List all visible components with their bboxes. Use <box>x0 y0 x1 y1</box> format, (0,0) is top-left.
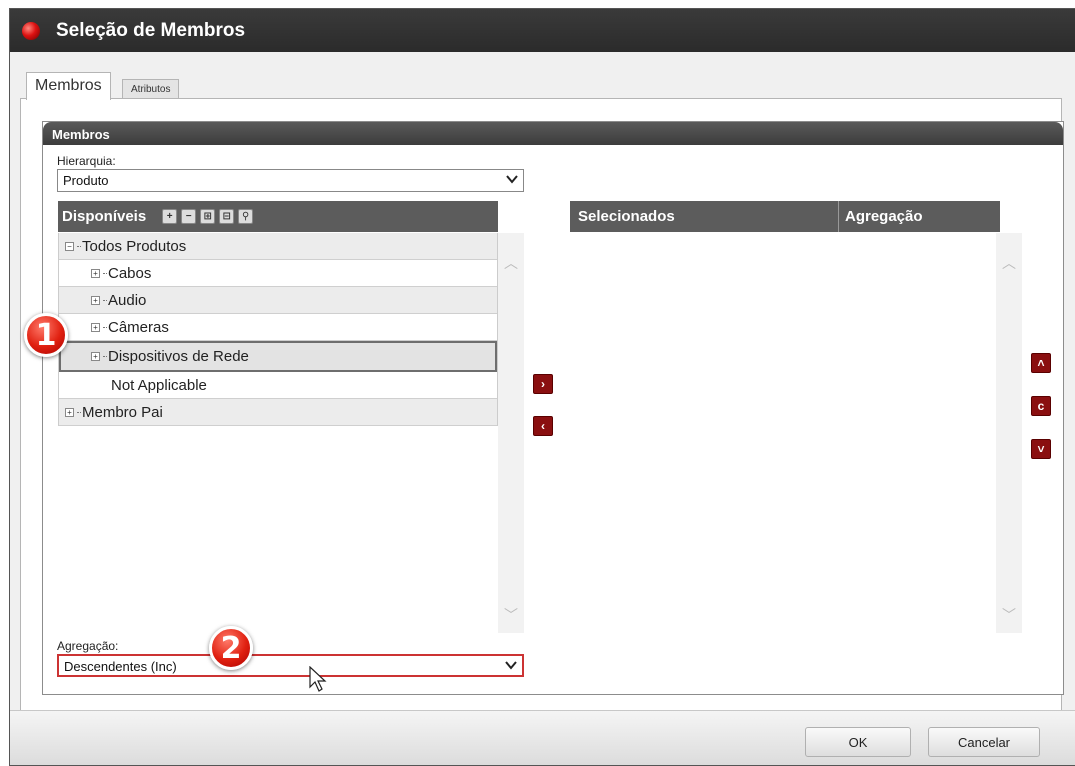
mouse-cursor-icon <box>309 666 327 692</box>
tree-item-label: Membro Pai <box>82 403 163 421</box>
aggregation-column-header[interactable]: Agregação <box>839 208 923 225</box>
dialog-footer: OK Cancelar <box>10 710 1075 765</box>
callout-badge-2: 2 <box>209 626 253 670</box>
tree-item-label: Todos Produtos <box>82 237 187 255</box>
expand-node-icon[interactable]: + <box>91 352 100 361</box>
collapse-icon[interactable]: − <box>181 209 197 224</box>
tree-item-label: Audio <box>108 291 147 309</box>
dialog-title: Seleção de Membros <box>56 19 246 41</box>
aggregation-label: Agregação: <box>57 639 119 653</box>
members-panel: Membros Hierarquia: Produto Disponíveis … <box>42 121 1064 695</box>
available-scrollbar[interactable]: ︿ ﹀ <box>498 233 524 633</box>
tree-item-todos-produtos[interactable]: − Todos Produtos <box>59 233 497 260</box>
expand-node-icon[interactable]: + <box>91 295 100 305</box>
scroll-up-icon[interactable]: ︿ <box>996 253 1022 273</box>
chevron-down-icon <box>505 661 517 670</box>
scroll-down-icon[interactable]: ﹀ <box>498 605 524 625</box>
chevron-down-icon <box>506 175 518 184</box>
cancel-button[interactable]: Cancelar <box>928 727 1040 757</box>
member-selection-dialog: Seleção de Membros Membros Atributos Mem… <box>9 8 1075 766</box>
available-tree: − Todos Produtos + Cabos + Audio + Câmer… <box>58 233 498 426</box>
move-up-button[interactable]: ˄ <box>1031 353 1051 373</box>
available-header: Disponíveis + − ⊞ ⊟ ⚲ <box>58 201 498 232</box>
expand-node-icon[interactable]: + <box>91 268 100 278</box>
tree-item-cabos[interactable]: + Cabos <box>59 260 497 287</box>
hierarchy-value: Produto <box>63 173 109 188</box>
available-header-label: Disponíveis <box>62 208 147 225</box>
add-member-button[interactable]: › <box>533 374 553 394</box>
reset-button[interactable]: c <box>1031 396 1051 416</box>
collapse-node-icon[interactable]: − <box>65 241 74 251</box>
tree-item-label: Câmeras <box>108 318 169 336</box>
remove-member-button[interactable]: ‹ <box>533 416 553 436</box>
scroll-down-icon[interactable]: ﹀ <box>996 605 1022 625</box>
move-down-button[interactable]: ˅ <box>1031 439 1051 459</box>
app-logo-icon <box>22 21 40 40</box>
tree-item-label: Not Applicable <box>111 376 207 394</box>
tab-atributos[interactable]: Atributos <box>122 79 180 99</box>
title-bar: Seleção de Membros <box>10 9 1075 52</box>
selected-column-header[interactable]: Selecionados <box>570 201 839 232</box>
selected-header: Selecionados Agregação <box>570 201 1000 232</box>
selected-scrollbar[interactable]: ︿ ﹀ <box>996 233 1022 633</box>
tree-item-audio[interactable]: + Audio <box>59 287 497 314</box>
tree-item-membro-pai[interactable]: + Membro Pai <box>59 399 497 426</box>
aggregation-select[interactable]: Descendentes (Inc) <box>57 654 524 677</box>
scroll-up-icon[interactable]: ︿ <box>498 253 524 273</box>
expand-level-icon[interactable]: ⊞ <box>200 209 216 224</box>
ok-button[interactable]: OK <box>805 727 911 757</box>
tree-item-dispositivos-de-rede[interactable]: + Dispositivos de Rede <box>59 341 497 372</box>
tab-content: Membros Hierarquia: Produto Disponíveis … <box>20 99 1064 712</box>
search-icon[interactable]: ⚲ <box>238 209 254 224</box>
tree-item-cameras[interactable]: + Câmeras <box>59 314 497 341</box>
tree-item-not-applicable[interactable]: Not Applicable <box>59 372 497 399</box>
tree-item-label: Dispositivos de Rede <box>108 348 249 365</box>
collapse-level-icon[interactable]: ⊟ <box>219 209 235 224</box>
expand-icon[interactable]: + <box>162 209 178 224</box>
expand-node-icon[interactable]: + <box>65 407 74 417</box>
panel-title: Membros <box>43 122 1063 145</box>
hierarchy-label: Hierarquia: <box>57 154 116 168</box>
tab-strip: Membros Atributos <box>20 69 1062 100</box>
callout-badge-1: 1 <box>24 313 68 357</box>
tree-item-label: Cabos <box>108 264 152 282</box>
expand-node-icon[interactable]: + <box>91 322 100 332</box>
hierarchy-select[interactable]: Produto <box>57 169 524 192</box>
tab-membros[interactable]: Membros <box>26 72 111 100</box>
aggregation-value: Descendentes (Inc) <box>64 659 177 674</box>
